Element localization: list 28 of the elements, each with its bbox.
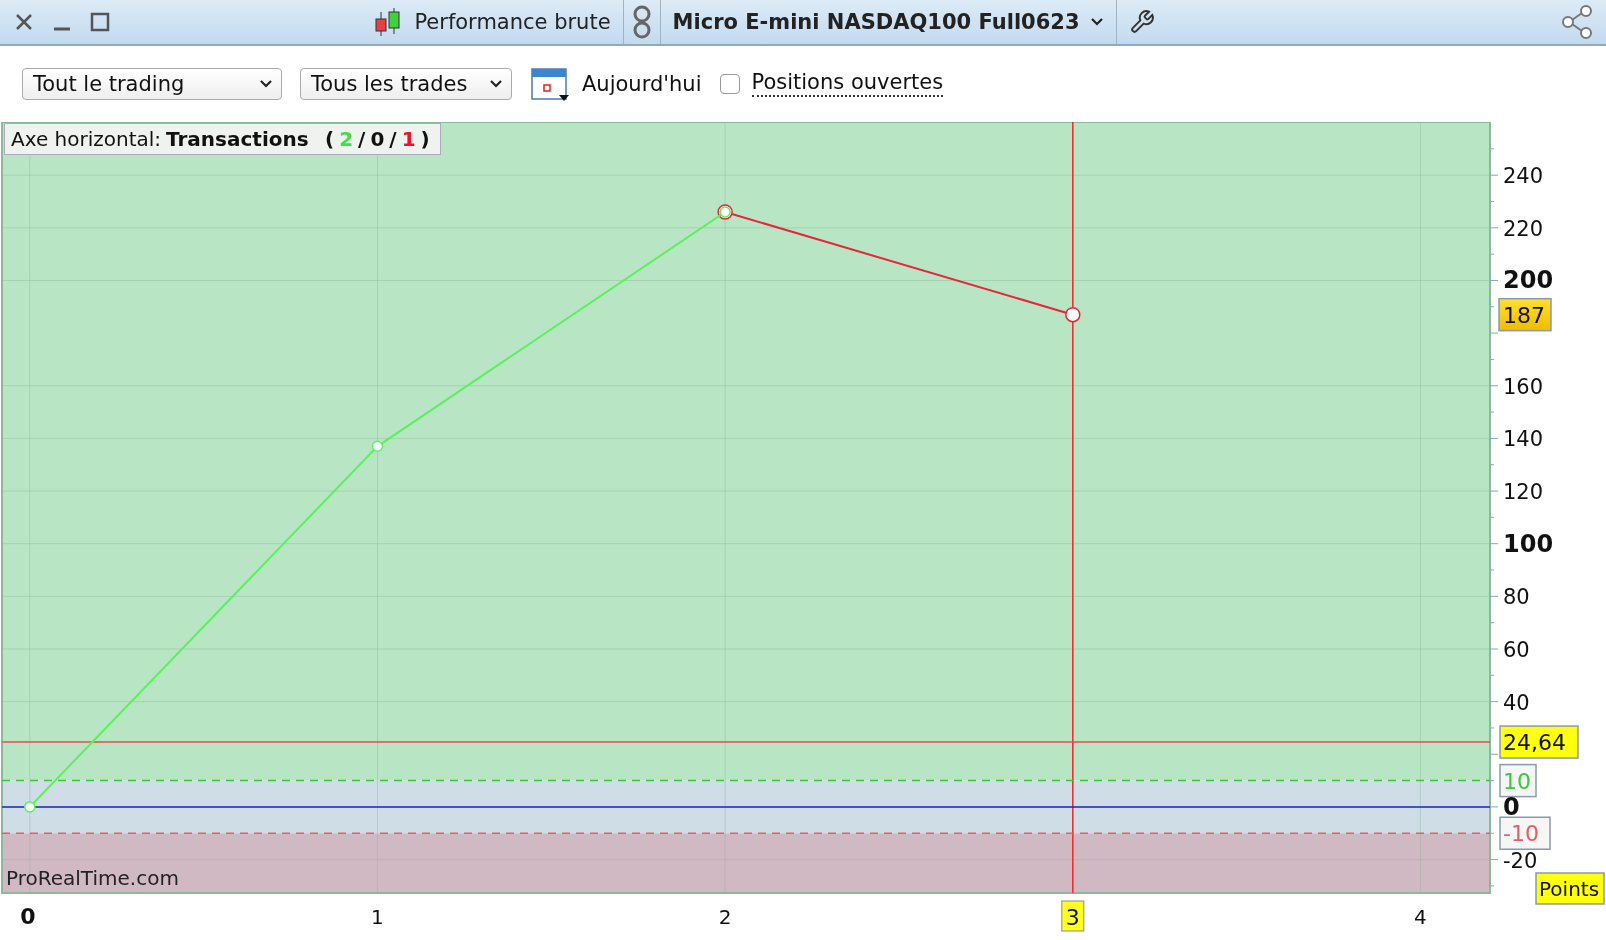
watermark: ProRealTime.com (6, 866, 179, 890)
ref-line-label: 24,64 (1503, 730, 1566, 756)
x-tick-label: 3 (1065, 905, 1080, 930)
y-tick-label: 80 (1503, 585, 1530, 610)
x-tick-label: 2 (718, 905, 732, 929)
threshold-label: 10 (1499, 763, 1537, 798)
threshold-label: -10 (1499, 816, 1551, 850)
value-label: 187 (1498, 297, 1552, 332)
y-tick-label: 120 (1503, 480, 1544, 505)
cursor-label: 3 (1061, 900, 1085, 932)
y-tick-label: 60 (1503, 638, 1530, 662)
y-tick-label: 240 (1503, 164, 1544, 189)
y-tick-label: 200 (1503, 266, 1554, 295)
axis-legend: Axe horizontal: Transactions ( 2 / 0 / 1 ) (4, 123, 441, 155)
axis-unit-label: Points (1535, 872, 1605, 905)
threshold-label: 24,64 (1499, 725, 1579, 759)
y-tick-label: 100 (1503, 529, 1554, 558)
y-tick-label: 140 (1503, 427, 1544, 452)
ref-line-label: -10 (1503, 821, 1539, 847)
x-tick-label: 1 (371, 905, 384, 929)
window-title: Performance brute (414, 10, 611, 34)
y-tick-label: 220 (1503, 216, 1544, 241)
y-tick-label: 40 (1503, 690, 1530, 715)
x-tick-label: 4 (1414, 905, 1427, 929)
y-tick-label: 160 (1503, 374, 1544, 399)
y-tick-label: -20 (1503, 848, 1538, 873)
x-tick-label: 0 (20, 904, 36, 929)
ref-line-label: 10 (1503, 768, 1531, 794)
